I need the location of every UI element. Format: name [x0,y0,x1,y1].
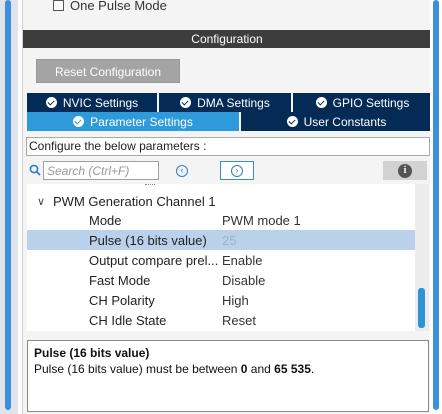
tree-group-pwm-channel-1[interactable]: ∨ PWM Generation Channel 1 [27,192,415,211]
param-value[interactable]: 25 [222,233,236,248]
left-scroll-strip [0,0,18,414]
tab-dma-settings[interactable]: DMA Settings [159,93,291,112]
check-circle-icon [180,97,192,108]
param-name: Output compare prel... [89,252,219,268]
param-name: Pulse (16 bits value) [89,232,207,248]
search-toolbar: ‹ › i [27,160,431,182]
search-input[interactable] [43,161,159,180]
tab-row-1: NVIC Settings DMA Settings GPIO Settings [27,93,432,112]
param-row-pulse[interactable]: Pulse (16 bits value) 25 [27,230,415,250]
param-value[interactable]: Enable [222,253,262,268]
search-previous-button[interactable]: ‹ [163,161,201,180]
param-name: Fast Mode [89,272,151,288]
param-name: Mode [89,212,122,228]
tab-user-constants[interactable]: User Constants [241,112,432,131]
param-row-ch-idle-state[interactable]: CH Idle State Reset [27,310,415,330]
right-scrollbar[interactable] [433,0,439,410]
param-row-mode[interactable]: Mode PWM mode 1 [27,210,415,230]
param-value[interactable]: High [222,293,249,308]
search-icon [29,164,41,176]
check-circle-icon [315,97,327,108]
tab-label: User Constants [303,114,387,129]
tab-row-2: Parameter Settings User Constants [27,112,432,131]
parameter-scrollbar[interactable] [415,184,429,331]
one-pulse-mode-option[interactable]: One Pulse Mode [53,0,167,14]
check-circle-icon [73,116,85,127]
prev-circle-icon: ‹ [176,164,188,177]
description-box: Pulse (16 bits value) Pulse (16 bits val… [27,340,429,412]
tab-label: NVIC Settings [62,95,139,110]
param-name: CH Idle State [89,312,167,328]
info-button[interactable]: i [383,161,427,180]
check-circle-icon [45,97,57,108]
param-row-output-compare-preload[interactable]: Output compare prel... Enable [27,250,415,270]
one-pulse-mode-label: One Pulse Mode [70,0,167,13]
param-row-ch-polarity[interactable]: CH Polarity High [27,290,415,310]
tab-label: GPIO Settings [332,95,410,110]
description-text-prefix: Pulse (16 bits value) must be between [34,362,241,376]
tab-label: DMA Settings [197,95,270,110]
description-text: Pulse (16 bits value) must be between 0 … [34,361,422,377]
configure-parameters-label: Configure the below parameters : [26,137,430,156]
tab-gpio-settings[interactable]: GPIO Settings [293,93,432,112]
scrollbar-thumb[interactable] [418,288,425,328]
param-value[interactable]: PWM mode 1 [222,213,301,228]
tab-nvic-settings[interactable]: NVIC Settings [27,93,157,112]
group-label: PWM Generation Channel 1 [53,194,216,209]
tab-parameter-settings[interactable]: Parameter Settings [27,112,239,131]
next-circle-icon: › [231,164,243,177]
info-icon: i [398,163,412,178]
configuration-header: Configuration [23,30,431,48]
chevron-down-icon[interactable]: ∨ [27,195,49,208]
description-title: Pulse (16 bits value) [34,346,150,360]
one-pulse-mode-checkbox[interactable] [53,0,64,11]
tree-connector [145,184,155,188]
right-scroll-strip [430,0,442,414]
tab-label: Parameter Settings [90,114,193,129]
description-text-and: and [247,362,275,376]
left-scrollbar[interactable] [5,0,11,410]
search-next-button[interactable]: › [220,161,254,180]
reset-configuration-button[interactable]: Reset Configuration [36,59,180,83]
description-text-end: . [310,362,315,376]
configuration-panel: One Pulse Mode Configuration Reset Confi… [22,0,432,414]
param-name: CH Polarity [89,292,155,308]
description-max-value: 65 535 [274,362,311,376]
param-value[interactable]: Reset [222,313,256,328]
param-value[interactable]: Disable [222,273,265,288]
check-circle-icon [286,116,298,127]
parameter-tree: ∨ PWM Generation Channel 1 Mode PWM mode… [27,184,415,331]
param-row-fast-mode[interactable]: Fast Mode Disable [27,270,415,290]
